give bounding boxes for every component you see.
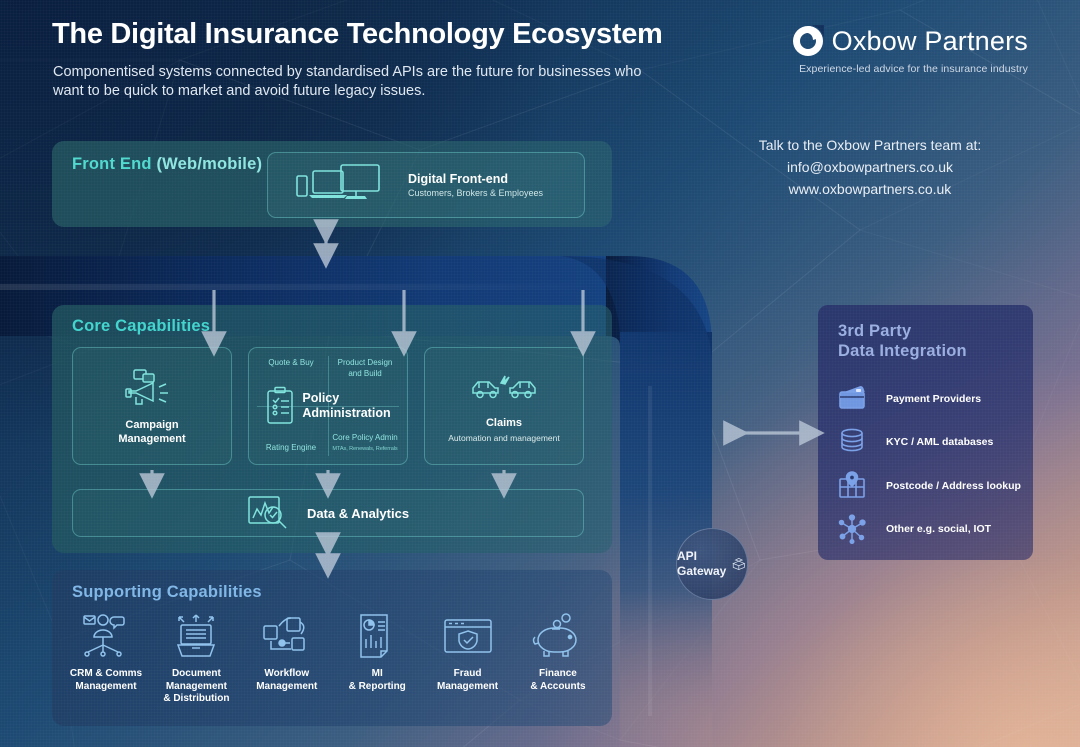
api-gateway-node[interactable]: API Gateway <box>676 528 748 600</box>
claims-card[interactable]: Claims Automation and management <box>424 347 584 465</box>
api-gateway-line1: API <box>677 549 698 563</box>
digital-front-end-title: Digital Front-end <box>408 172 508 186</box>
campaign-label-line1: Campaign <box>125 418 179 431</box>
brand-tagline: Experience-led advice for the insurance … <box>799 63 1028 75</box>
contact-intro: Talk to the Oxbow Partners team at: <box>758 137 982 153</box>
claims-sublabel: Automation and management <box>448 433 560 443</box>
api-gateway-line2: Gateway <box>677 564 727 578</box>
workflow-nodes-icon <box>263 617 305 651</box>
campaign-label-line2: Management <box>118 432 186 445</box>
payment-providers-label: Payment Providers <box>886 393 982 405</box>
brand-name: Oxbow Partners <box>831 25 1028 56</box>
core-capabilities-heading: Core Capabilities <box>72 317 211 335</box>
front-end-heading-light: (Web/mobile) <box>151 155 263 173</box>
document-label-line1: Document Management <box>165 668 227 692</box>
policy-label-line2: Administration <box>302 406 391 420</box>
open-box-icon <box>732 558 746 571</box>
page-title: The Digital Insurance Technology Ecosyst… <box>52 18 663 50</box>
policy-administration-card[interactable]: Quote & Buy Product Design and Build Rat… <box>248 347 408 465</box>
contact-block: Talk to the Oxbow Partners team at: info… <box>740 134 1000 200</box>
fraud-label-line2: Management <box>437 680 499 692</box>
finance-label-line1: Finance <box>539 668 577 679</box>
browser-shield-icon <box>443 619 492 653</box>
supporting-item-document[interactable]: Document Management & Distribution <box>152 612 240 706</box>
claims-label: Claims <box>485 417 523 429</box>
chart-magnifier-icon <box>248 496 287 529</box>
digital-front-end-subtitle: Customers, Brokers & Employees <box>408 188 544 198</box>
clipboard-icon <box>267 386 294 424</box>
page-subtitle: Componentised systems connected by stand… <box>53 64 642 99</box>
megaphone-icon <box>125 368 168 405</box>
finance-label-line2: & Accounts <box>530 680 586 692</box>
policy-label-line1: Policy <box>302 391 340 405</box>
database-icon <box>841 428 863 452</box>
supporting-capabilities-heading: Supporting Capabilities <box>72 583 262 601</box>
piggy-bank-icon <box>532 613 577 657</box>
contact-email[interactable]: info@oxbowpartners.co.uk <box>740 156 1000 178</box>
crm-label-line1: CRM & Comms <box>69 668 143 679</box>
third-party-heading-line2: Data Integration <box>838 342 967 360</box>
crm-label-line2: Management <box>75 680 137 692</box>
workflow-label-line1: Workflow <box>264 668 310 679</box>
mi-label-line1: MI <box>371 668 383 679</box>
supporting-item-workflow[interactable]: Workflow Management <box>243 612 331 706</box>
postcode-lookup-label: Postcode / Address lookup <box>886 480 1021 492</box>
document-label-line2: & Distribution <box>163 693 230 704</box>
campaign-management-card[interactable]: Campaign Management <box>72 347 232 465</box>
workflow-label-line2: Management <box>256 680 318 692</box>
third-party-item-payment[interactable]: Payment Providers <box>838 385 981 413</box>
data-analytics-card[interactable]: Data & Analytics <box>72 489 584 537</box>
supporting-item-crm[interactable]: CRM & Comms Management <box>62 612 150 706</box>
third-party-heading: 3rd Party Data Integration <box>838 321 967 361</box>
map-pin-icon <box>839 471 865 498</box>
third-party-heading-line1: 3rd Party <box>838 322 912 340</box>
oxbow-swirl-icon <box>792 25 824 56</box>
network-hub-icon <box>838 514 866 544</box>
contact-website[interactable]: www.oxbowpartners.co.uk <box>740 178 1000 200</box>
supporting-item-fraud[interactable]: Fraud Management <box>424 612 512 706</box>
supporting-item-finance[interactable]: Finance & Accounts <box>514 612 602 706</box>
digital-front-end-card[interactable]: Digital Front-end Customers, Brokers & E… <box>267 152 585 218</box>
car-collision-icon <box>472 375 536 399</box>
crm-network-icon <box>83 614 125 657</box>
report-document-icon <box>360 614 388 658</box>
mi-label-line2: & Reporting <box>348 680 406 692</box>
other-social-iot-label: Other e.g. social, IOT <box>886 523 992 535</box>
fraud-label-line1: Fraud <box>453 668 482 679</box>
front-end-heading: Front End (Web/mobile) <box>72 155 262 174</box>
third-party-item-other[interactable]: Other e.g. social, IOT <box>838 514 991 544</box>
data-analytics-label: Data & Analytics <box>306 505 410 521</box>
supporting-item-mi[interactable]: MI & Reporting <box>333 612 421 706</box>
infographic-canvas: The Digital Insurance Technology Ecosyst… <box>0 0 1080 747</box>
policy-admin-center: Policy Administration <box>249 348 407 464</box>
brand-logo: Oxbow Partners Experience-led advice for… <box>791 24 1028 75</box>
supporting-capabilities-list: CRM & Comms Management Document Manageme… <box>62 612 602 706</box>
third-party-item-kyc[interactable]: KYC / AML databases <box>838 428 993 456</box>
devices-icon <box>296 164 380 199</box>
third-party-item-postcode[interactable]: Postcode / Address lookup <box>838 471 1021 501</box>
kyc-aml-label: KYC / AML databases <box>886 436 994 448</box>
credit-cards-icon <box>839 386 865 409</box>
front-end-heading-strong: Front End <box>72 155 152 173</box>
document-distribution-icon <box>177 614 216 657</box>
